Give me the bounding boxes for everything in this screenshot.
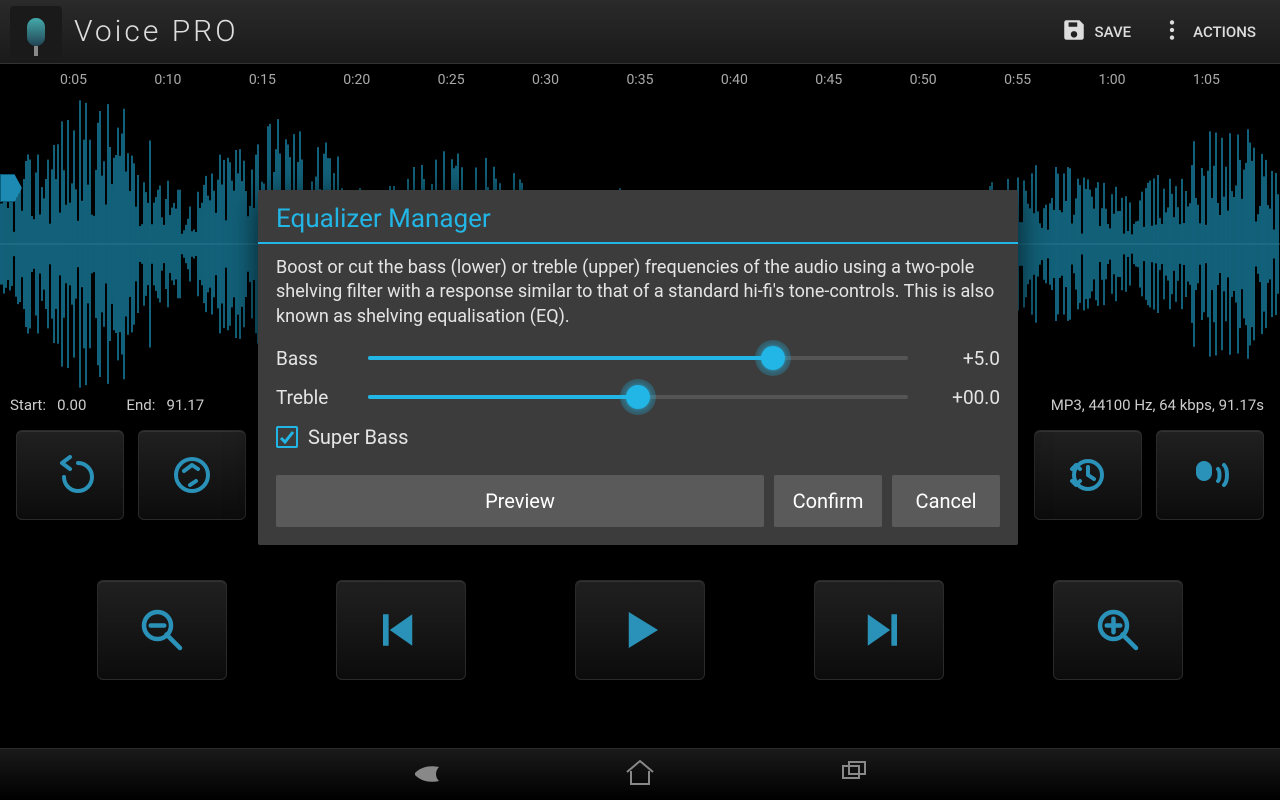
- bass-slider-row: Bass +5.0: [276, 347, 1000, 370]
- undo-button[interactable]: [16, 430, 124, 520]
- transport-row: [0, 580, 1280, 680]
- start-value: 0.00: [57, 396, 86, 414]
- voice-button[interactable]: [1156, 430, 1264, 520]
- dialog-title: Equalizer Manager: [258, 190, 1018, 244]
- treble-slider-row: Treble +00.0: [276, 386, 1000, 409]
- home-nav-button[interactable]: [623, 756, 657, 794]
- treble-slider[interactable]: [368, 395, 908, 399]
- app-logo-icon: [10, 6, 62, 58]
- audio-format-info: MP3, 44100 Hz, 64 kbps, 91.17s: [1051, 396, 1270, 414]
- recent-nav-button[interactable]: [837, 756, 871, 794]
- dialog-description: Boost or cut the bass (lower) or treble …: [276, 256, 1000, 329]
- start-label: Start:: [10, 396, 46, 414]
- save-button[interactable]: SAVE: [1047, 7, 1146, 57]
- superbass-checkbox[interactable]: [276, 426, 298, 448]
- back-nav-button[interactable]: [409, 756, 443, 794]
- speed-button[interactable]: [138, 430, 246, 520]
- end-label: End:: [126, 396, 155, 414]
- play-button[interactable]: [575, 580, 705, 680]
- bass-label: Bass: [276, 347, 354, 370]
- skip-forward-button[interactable]: [814, 580, 944, 680]
- time-shift-button[interactable]: [1034, 430, 1142, 520]
- cancel-button[interactable]: Cancel: [892, 475, 1000, 527]
- equalizer-dialog: Equalizer Manager Boost or cut the bass …: [258, 190, 1018, 545]
- overflow-icon: [1159, 17, 1185, 47]
- save-label: SAVE: [1095, 23, 1132, 41]
- end-group: End: 91.17: [126, 396, 204, 414]
- app-title: Voice PRO: [74, 14, 239, 49]
- start-group: Start: 0.00: [10, 396, 86, 414]
- skip-back-button[interactable]: [336, 580, 466, 680]
- confirm-button[interactable]: Confirm: [774, 475, 882, 527]
- actions-label: ACTIONS: [1193, 23, 1256, 41]
- android-nav-bar: [0, 748, 1280, 800]
- bass-slider[interactable]: [368, 356, 908, 360]
- bass-value: +5.0: [922, 347, 1000, 370]
- preview-button[interactable]: Preview: [276, 475, 764, 527]
- treble-label: Treble: [276, 386, 354, 409]
- app-bar: Voice PRO SAVE ACTIONS: [0, 0, 1280, 64]
- save-icon: [1061, 17, 1087, 47]
- zoom-in-button[interactable]: [1053, 580, 1183, 680]
- superbass-label: Super Bass: [308, 425, 408, 449]
- treble-value: +00.0: [922, 386, 1000, 409]
- actions-button[interactable]: ACTIONS: [1145, 7, 1270, 57]
- end-value: 91.17: [167, 396, 205, 414]
- zoom-out-button[interactable]: [97, 580, 227, 680]
